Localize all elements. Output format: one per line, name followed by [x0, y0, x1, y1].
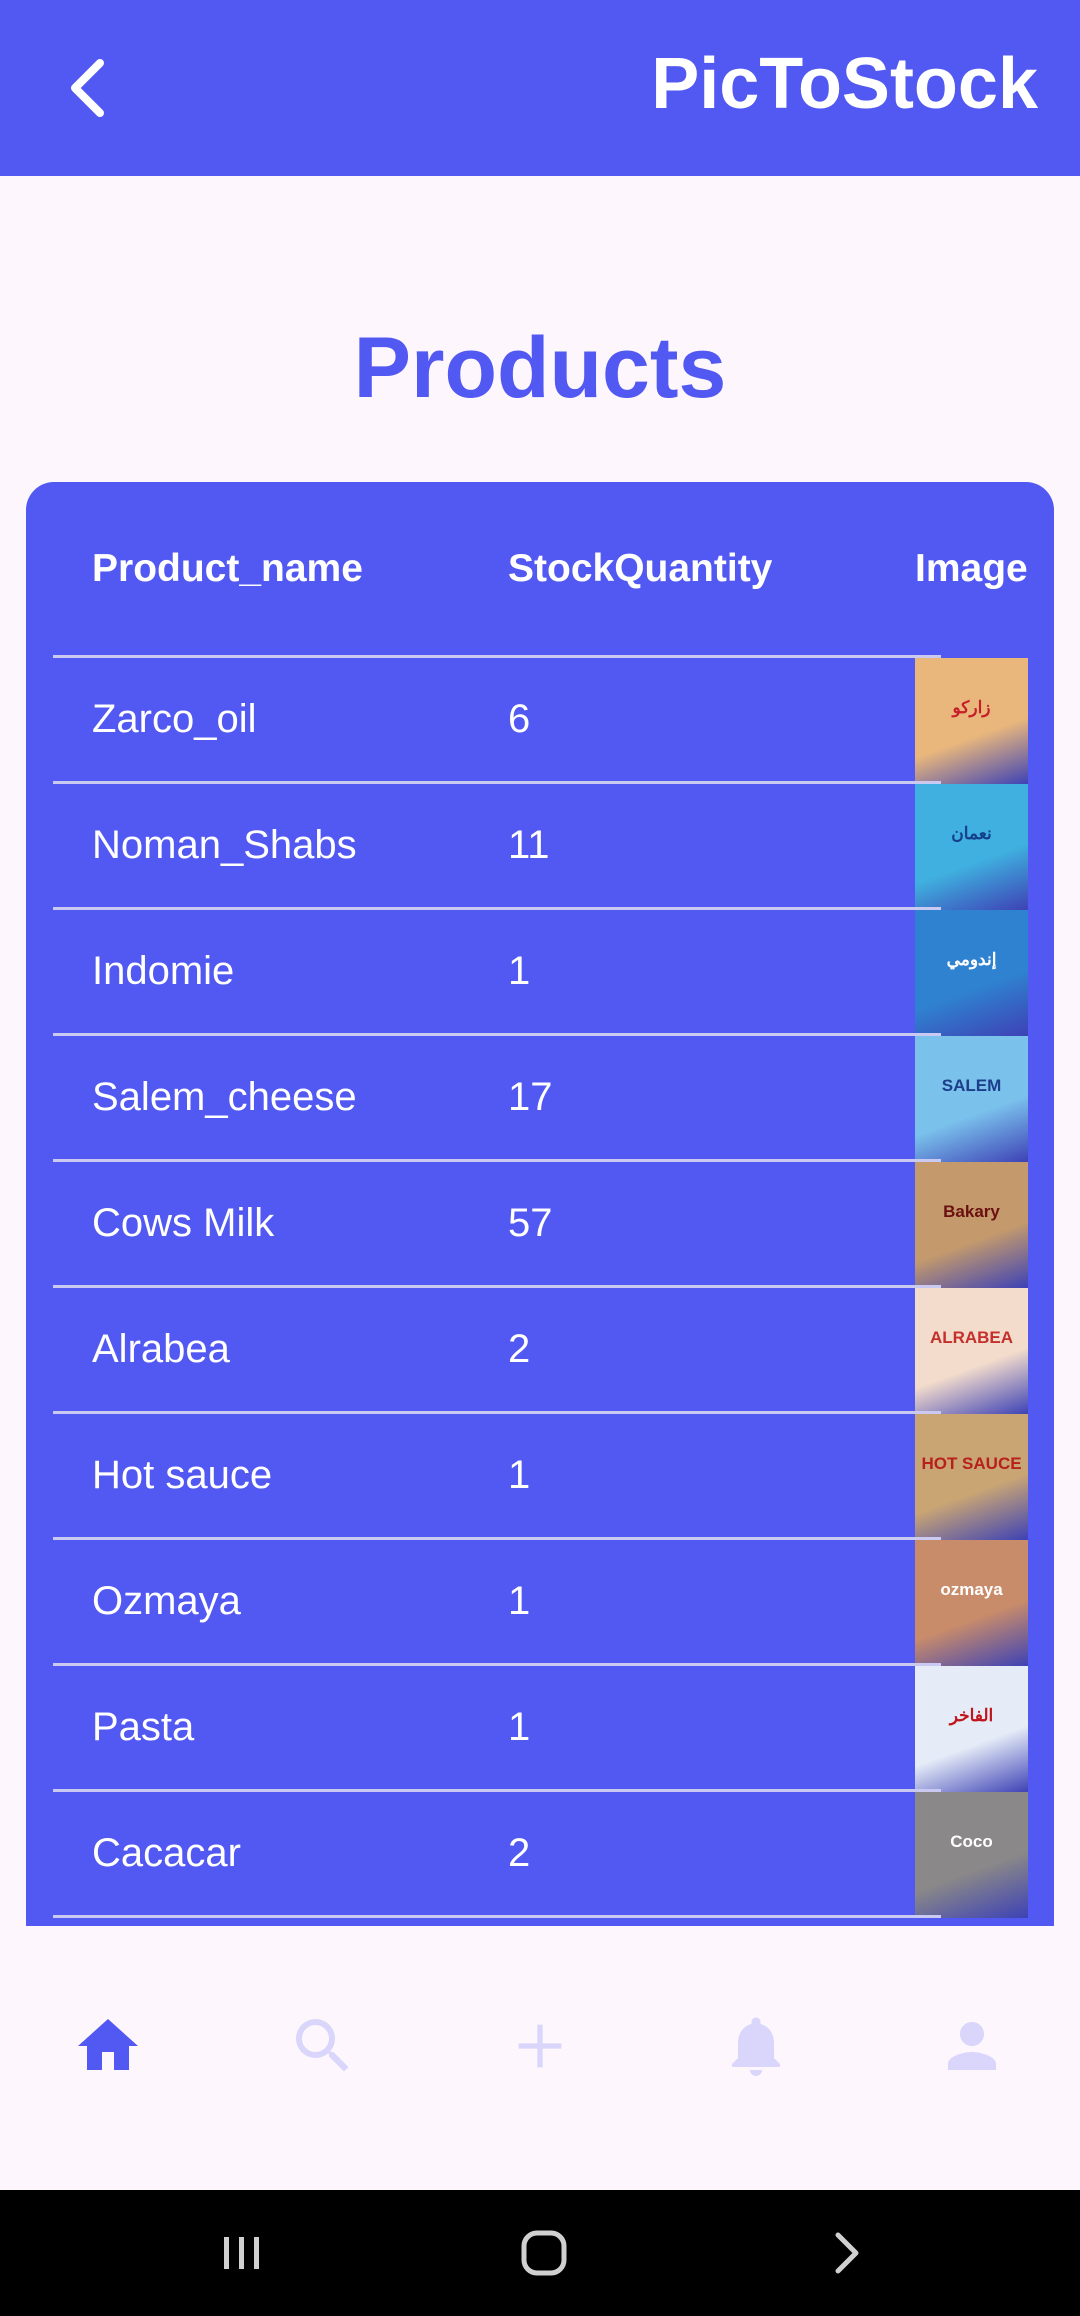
home-circle-icon [521, 2230, 567, 2276]
product-image-label: ALRABEA [929, 1328, 1014, 1347]
table-row[interactable]: Hot sauce 1 HOT SAUCE [26, 1414, 1054, 1540]
back-button[interactable] [40, 38, 140, 138]
stock-quantity-cell: 1 [508, 1453, 531, 1497]
product-image: ozmaya [915, 1540, 1028, 1666]
product-image-thumbnail[interactable]: SALEM [915, 1036, 1028, 1162]
product-name-cell: Hot sauce [92, 1453, 273, 1497]
table-row[interactable]: Ozmaya 1 ozmaya [26, 1540, 1054, 1666]
bottom-navigation [0, 1926, 1080, 2190]
table-row[interactable]: Cacacar 2 Coco [26, 1792, 1054, 1918]
stock-quantity-cell: 17 [508, 1075, 553, 1119]
forward-button[interactable] [796, 2210, 896, 2296]
product-image-label: إندومي [946, 950, 997, 969]
nav-search[interactable] [263, 1986, 383, 2106]
table-row[interactable]: Alrabea 2 ALRABEA [26, 1288, 1054, 1414]
stock-quantity-cell: 2 [508, 1327, 531, 1371]
system-navigation-bar [0, 2190, 1080, 2316]
product-name-cell: Pasta [92, 1705, 195, 1749]
search-icon [296, 2019, 349, 2072]
product-image-label: الفاخر [949, 1706, 994, 1725]
column-header-stock-quantity[interactable]: StockQuantity [508, 482, 772, 656]
products-table: Product_name StockQuantity Image Zarco_o… [26, 482, 1054, 1926]
product-image-label: زاركو [952, 698, 991, 717]
product-image: Bakary [915, 1162, 1028, 1288]
column-header-product-name[interactable]: Product_name [92, 482, 363, 656]
nav-add[interactable] [480, 1986, 600, 2106]
product-image-thumbnail[interactable]: إندومي [915, 910, 1028, 1036]
row-divider [53, 1915, 941, 1918]
stock-quantity-cell: 11 [508, 823, 550, 867]
add-icon [518, 2024, 562, 2068]
product-image: ALRABEA [915, 1288, 1028, 1414]
product-image-thumbnail[interactable]: الفاخر [915, 1666, 1028, 1792]
table-row[interactable]: Salem_cheese 17 SALEM [26, 1036, 1054, 1162]
stock-quantity-cell: 2 [508, 1831, 531, 1875]
chevron-left-icon [71, 59, 104, 117]
product-name-cell: Indomie [92, 949, 235, 993]
product-image: Coco [915, 1792, 1028, 1918]
product-name-cell: Cacacar [92, 1831, 241, 1875]
product-image: HOT SAUCE [915, 1414, 1028, 1540]
product-image-thumbnail[interactable]: ALRABEA [915, 1288, 1028, 1414]
table-row[interactable]: Indomie 1 إندومي [26, 910, 1054, 1036]
recents-button[interactable] [192, 2210, 292, 2296]
product-name-cell: Alrabea [92, 1327, 230, 1371]
home-icon [78, 2019, 138, 2070]
product-image: SALEM [915, 1036, 1028, 1162]
product-image-thumbnail[interactable]: نعمان [915, 784, 1028, 910]
stock-quantity-cell: 1 [508, 1579, 531, 1623]
product-image-label: SALEM [941, 1076, 1002, 1095]
product-image-label: نعمان [951, 824, 992, 843]
table-header: Product_name StockQuantity Image [26, 482, 1054, 656]
profile-icon [948, 2022, 996, 2070]
stock-quantity-cell: 1 [508, 949, 531, 993]
recents-icon [224, 2237, 259, 2269]
nav-home[interactable] [48, 1986, 168, 2106]
app-bar: PicToStock [0, 0, 1080, 176]
product-image-label: HOT SAUCE [921, 1454, 1022, 1473]
nav-profile[interactable] [912, 1986, 1032, 2106]
product-name-cell: Ozmaya [92, 1579, 241, 1623]
product-image-label: ozmaya [940, 1580, 1003, 1599]
product-name-cell: Salem_cheese [92, 1075, 357, 1119]
product-image: نعمان [915, 784, 1028, 910]
product-image-thumbnail[interactable]: زاركو [915, 658, 1028, 784]
stock-quantity-cell: 6 [508, 697, 531, 741]
table-row[interactable]: Zarco_oil 6 زاركو [26, 658, 1054, 784]
table-row[interactable]: Pasta 1 الفاخر [26, 1666, 1054, 1792]
product-name-cell: Cows Milk [92, 1201, 275, 1245]
product-image: زاركو [915, 658, 1028, 784]
page-title: Products [353, 320, 727, 416]
column-header-image[interactable]: Image [915, 482, 1028, 656]
app-title: PicToStock [651, 44, 1038, 124]
product-name-cell: Zarco_oil [92, 697, 257, 741]
table-row[interactable]: Cows Milk 57 Bakary [26, 1162, 1054, 1288]
product-image: الفاخر [915, 1666, 1028, 1792]
nav-notifications[interactable] [696, 1986, 816, 2106]
stock-quantity-cell: 57 [508, 1201, 553, 1245]
product-image-thumbnail[interactable]: ozmaya [915, 1540, 1028, 1666]
stock-quantity-cell: 1 [508, 1705, 531, 1749]
product-image-thumbnail[interactable]: Coco [915, 1792, 1028, 1918]
product-image-label: Coco [950, 1832, 993, 1851]
product-image-thumbnail[interactable]: Bakary [915, 1162, 1028, 1288]
product-name-cell: Noman_Shabs [92, 823, 357, 867]
bell-icon [732, 2017, 780, 2076]
product-image-label: Bakary [943, 1202, 1000, 1221]
table-row[interactable]: Noman_Shabs 11 نعمان [26, 784, 1054, 910]
product-image: إندومي [915, 910, 1028, 1036]
product-image-thumbnail[interactable]: HOT SAUCE [915, 1414, 1028, 1540]
forward-chevron-icon [835, 2232, 859, 2274]
system-home-button[interactable] [494, 2210, 594, 2296]
